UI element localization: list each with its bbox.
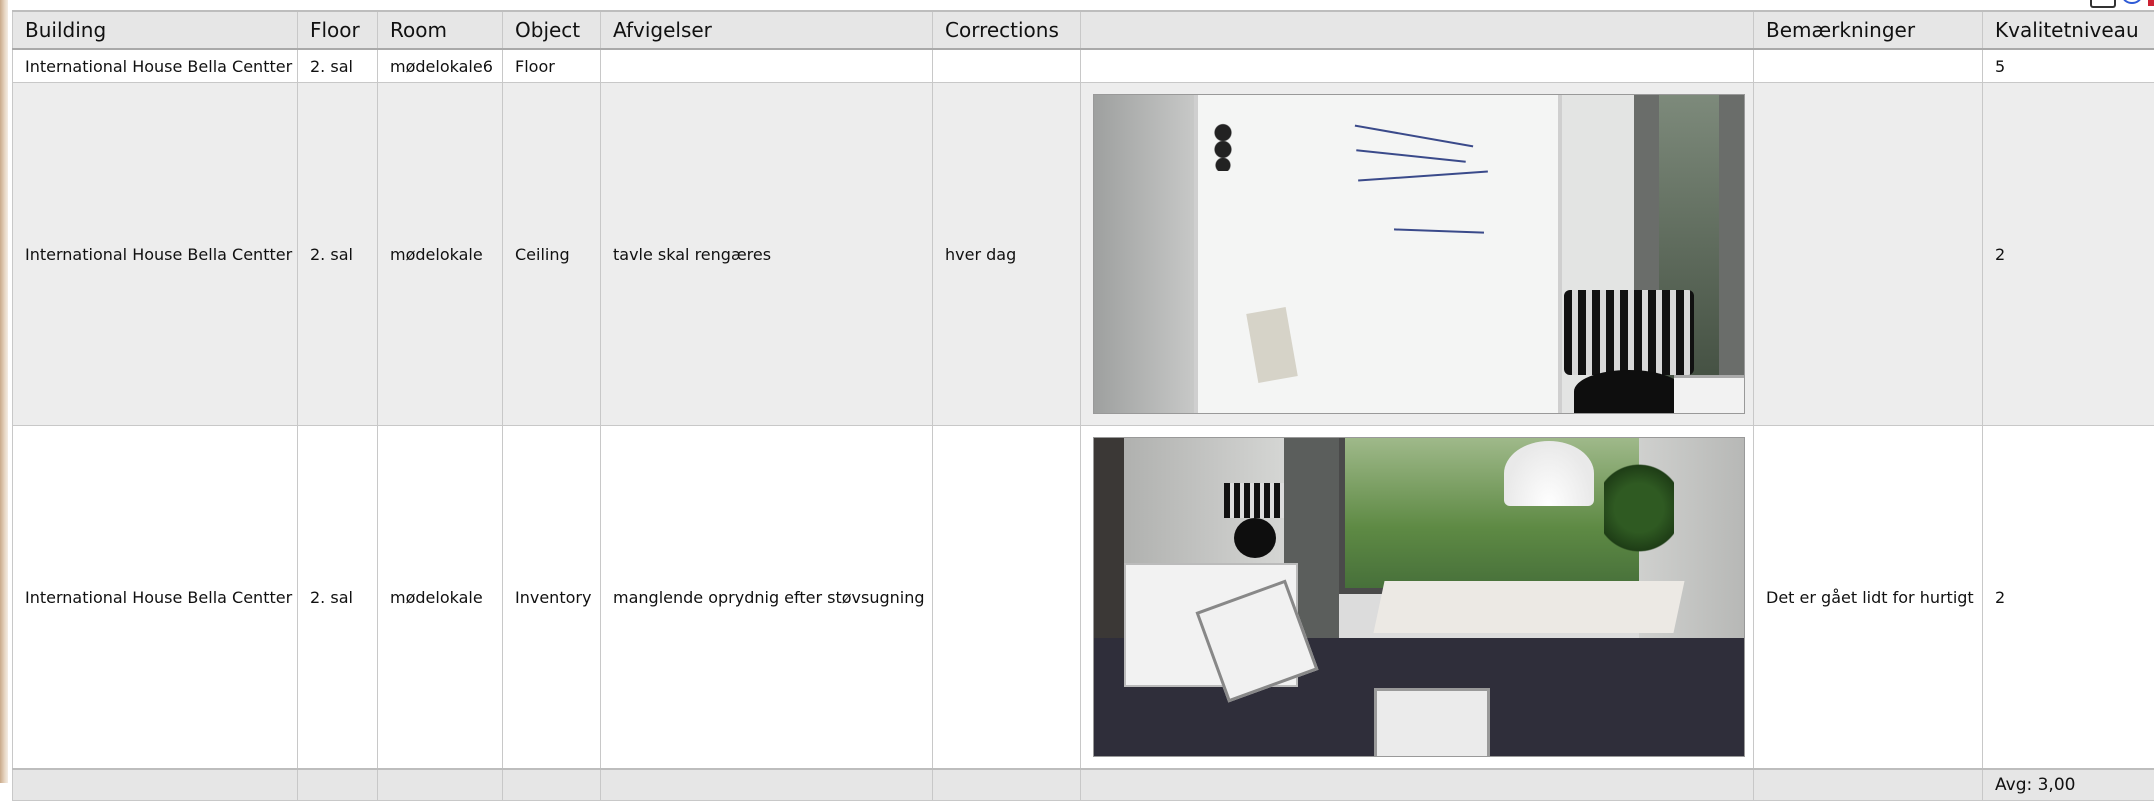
photo-lamp-shade bbox=[1564, 290, 1694, 375]
cell-kvalitetniveau: 2 bbox=[1983, 83, 2154, 426]
photo-lamp-base bbox=[1234, 518, 1276, 558]
footer-cell bbox=[1754, 769, 1983, 801]
col-header-floor[interactable]: Floor bbox=[298, 11, 378, 49]
cell-building: International House Bella Centter bbox=[13, 426, 298, 770]
top-strip bbox=[8, 0, 2154, 8]
photo-lamp-shade bbox=[1224, 483, 1284, 518]
footer-cell bbox=[933, 769, 1081, 801]
col-header-building[interactable]: Building bbox=[13, 11, 298, 49]
cell-afvigelser bbox=[601, 49, 933, 83]
inspection-report-table: Building Floor Room Object Afvigelser Co… bbox=[12, 10, 2154, 801]
cell-floor: 2. sal bbox=[298, 426, 378, 770]
footer-row: Avg: 3,00 bbox=[13, 769, 2154, 801]
cell-photo bbox=[1081, 83, 1754, 426]
footer-avg: Avg: 3,00 bbox=[1983, 769, 2154, 801]
refresh-icon[interactable] bbox=[2122, 0, 2142, 4]
footer-cell bbox=[298, 769, 378, 801]
photo-plant bbox=[1604, 458, 1674, 558]
col-header-object[interactable]: Object bbox=[503, 11, 601, 49]
table-row: International House Bella Centter 2. sal… bbox=[13, 49, 2154, 83]
cell-bemaerkninger bbox=[1754, 49, 1983, 83]
photo-chair bbox=[1374, 688, 1490, 757]
photo-wall bbox=[1094, 95, 1194, 413]
cell-room: mødelokale bbox=[378, 83, 503, 426]
cell-object: Floor bbox=[503, 49, 601, 83]
cell-bemaerkninger: Det er gået lidt for hurtigt bbox=[1754, 426, 1983, 770]
cell-floor: 2. sal bbox=[298, 83, 378, 426]
footer-cell bbox=[503, 769, 601, 801]
footer-cell bbox=[601, 769, 933, 801]
col-header-bemaerkninger[interactable]: Bemærkninger bbox=[1754, 11, 1983, 49]
photo-chair bbox=[1674, 375, 1744, 414]
table-row: International House Bella Centter 2. sal… bbox=[13, 426, 2154, 770]
photo-table bbox=[1373, 581, 1684, 633]
printer-icon[interactable] bbox=[2090, 0, 2116, 8]
footer-cell bbox=[1081, 769, 1754, 801]
cell-corrections bbox=[933, 49, 1081, 83]
cell-object: Ceiling bbox=[503, 83, 601, 426]
header-row: Building Floor Room Object Afvigelser Co… bbox=[13, 11, 2154, 49]
meeting-room-photo[interactable] bbox=[1093, 437, 1745, 757]
cell-kvalitetniveau: 5 bbox=[1983, 49, 2154, 83]
cell-afvigelser: tavle skal rengæres bbox=[601, 83, 933, 426]
toolbar-icons bbox=[2090, 0, 2154, 8]
col-header-afvigelser[interactable]: Afvigelser bbox=[601, 11, 933, 49]
photo-pendant-lamp bbox=[1504, 441, 1594, 506]
photo-whiteboard bbox=[1194, 95, 1562, 414]
export-icon[interactable] bbox=[2148, 0, 2154, 6]
cell-corrections: hver dag bbox=[933, 83, 1081, 426]
cell-room: mødelokale bbox=[378, 426, 503, 770]
photo-magnets bbox=[1212, 123, 1234, 171]
cell-room: mødelokale6 bbox=[378, 49, 503, 83]
col-header-photo bbox=[1081, 11, 1754, 49]
cell-photo bbox=[1081, 49, 1754, 83]
table-row: International House Bella Centter 2. sal… bbox=[13, 83, 2154, 426]
cell-object: Inventory bbox=[503, 426, 601, 770]
footer-cell bbox=[378, 769, 503, 801]
col-header-room[interactable]: Room bbox=[378, 11, 503, 49]
window-left-border bbox=[0, 0, 8, 783]
cell-kvalitetniveau: 2 bbox=[1983, 426, 2154, 770]
cell-afvigelser: manglende oprydnig efter støvsugning bbox=[601, 426, 933, 770]
cell-photo bbox=[1081, 426, 1754, 770]
footer-cell bbox=[13, 769, 298, 801]
cell-building: International House Bella Centter bbox=[13, 83, 298, 426]
cell-floor: 2. sal bbox=[298, 49, 378, 83]
whiteboard-photo[interactable] bbox=[1093, 94, 1745, 414]
cell-corrections bbox=[933, 426, 1081, 770]
col-header-kvalitetniveau[interactable]: Kvalitetniveau bbox=[1983, 11, 2154, 49]
cell-building: International House Bella Centter bbox=[13, 49, 298, 83]
photo-lamp-base bbox=[1574, 370, 1684, 413]
col-header-corrections[interactable]: Corrections bbox=[933, 11, 1081, 49]
cell-bemaerkninger bbox=[1754, 83, 1983, 426]
